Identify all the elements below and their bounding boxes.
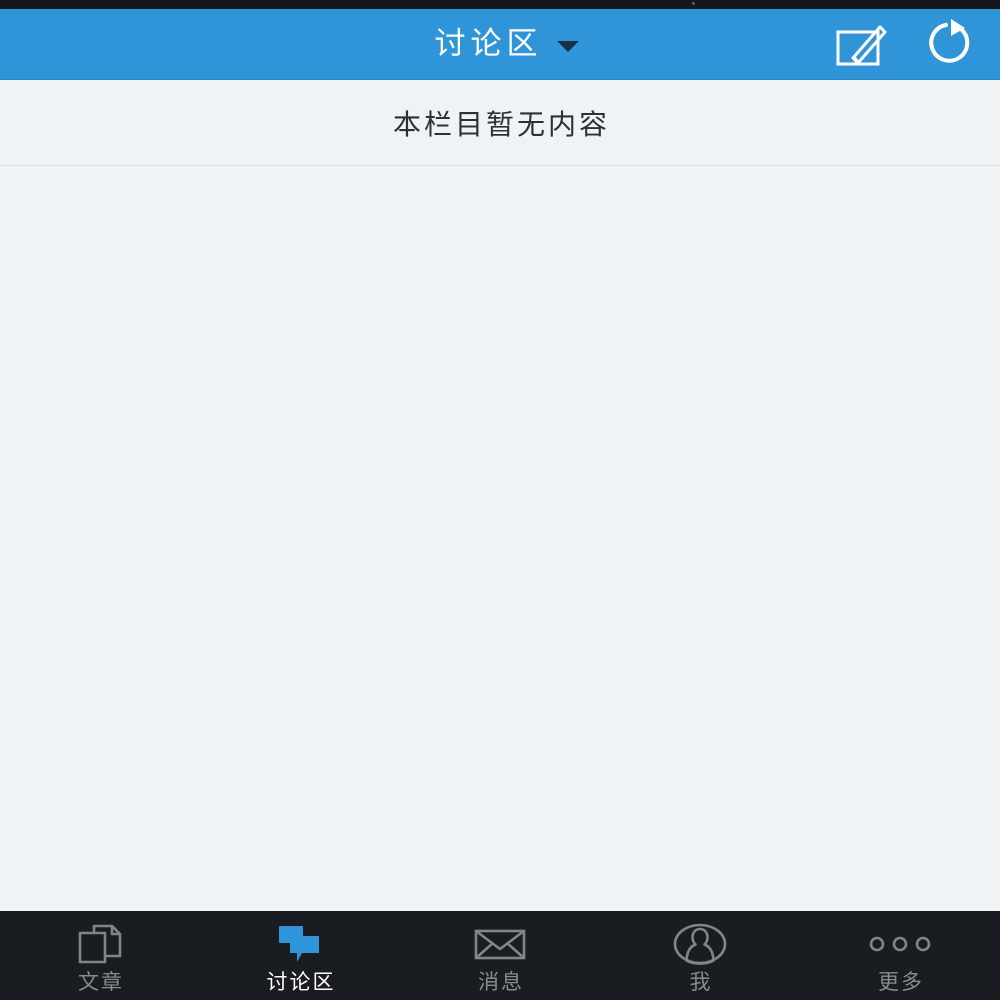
tab-profile-label: 我 [689,969,713,994]
tab-messages-label: 消息 [478,969,524,994]
page-title: 讨论区 [434,25,543,62]
bottom-tab-bar: 文章 讨论区 消息 我 更多 [0,911,1000,1000]
tab-more[interactable]: 更多 [800,911,1000,1000]
tab-more-label: 更多 [878,969,924,994]
tab-articles[interactable]: 文章 [0,911,200,1000]
compose-button[interactable] [832,15,890,73]
header-title-dropdown[interactable]: 讨论区 [430,25,579,62]
more-dots-icon [867,923,933,965]
tab-messages[interactable]: 消息 [400,911,600,1000]
app-root: 讨论区 本栏目暂无内容 文章 讨论区 消息 我 更多 [0,0,1000,1000]
tab-articles-label: 文章 [78,969,124,994]
empty-state-band: 本栏目暂无内容 [0,80,1000,166]
documents-icon [75,923,125,965]
app-header: 讨论区 [0,9,1000,80]
tab-profile[interactable]: 我 [600,911,800,1000]
discussion-list-area [0,166,1000,911]
chevron-down-icon[interactable] [556,40,579,52]
status-bar-indicator-dot [692,2,695,5]
person-icon [672,923,728,965]
empty-state-text: 本栏目暂无内容 [392,107,610,141]
tab-discussion-label: 讨论区 [266,969,336,994]
refresh-icon [929,19,970,63]
header-actions [832,9,978,79]
refresh-button[interactable] [920,15,978,73]
compose-icon [836,25,887,66]
status-bar [0,0,1000,9]
chat-bubbles-icon [275,923,325,965]
envelope-icon [473,923,527,965]
tab-discussion[interactable]: 讨论区 [200,911,400,1000]
